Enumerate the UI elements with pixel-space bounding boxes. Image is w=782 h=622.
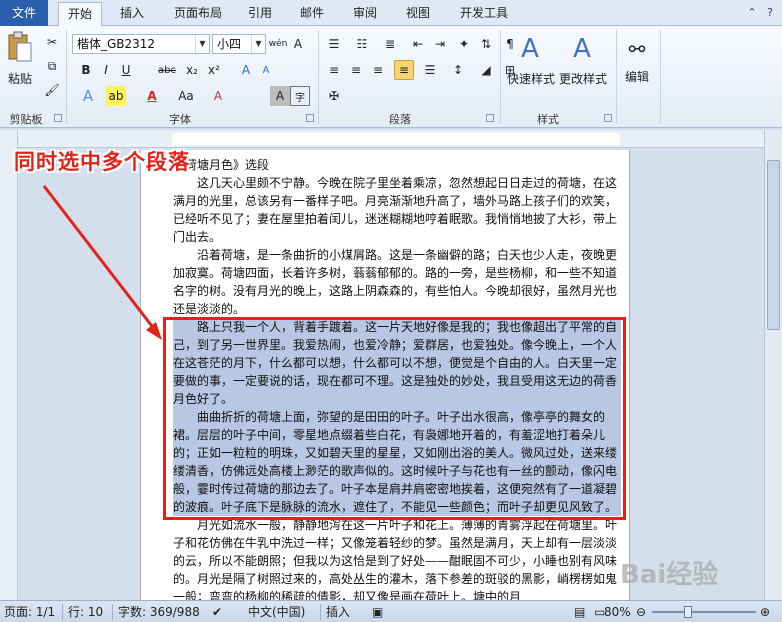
status-insert-mode[interactable]: 插入	[326, 604, 350, 620]
annotation-label: 同时选中多个段落	[14, 150, 190, 174]
zoom-slider-thumb[interactable]	[684, 606, 692, 618]
status-page[interactable]: 页面: 1/1	[4, 604, 55, 620]
status-word-count[interactable]: 字数: 369/988	[118, 604, 200, 620]
status-line[interactable]: 行: 10	[68, 604, 103, 620]
macro-record-icon[interactable]: ▣	[372, 604, 383, 620]
zoom-slider[interactable]	[652, 611, 756, 613]
status-divider	[112, 604, 113, 620]
status-zoom-level[interactable]: 80%	[604, 604, 631, 620]
zoom-in-icon[interactable]: ⊕	[760, 604, 770, 620]
annotation-arrow	[42, 185, 162, 340]
status-divider	[320, 604, 321, 620]
print-layout-view-icon[interactable]: ▤	[574, 604, 585, 620]
watermark-logo: Bai经验	[620, 560, 719, 590]
status-bar: 页面: 1/1 行: 10 字数: 369/988 ✔ 中文(中国) 插入 ▣ …	[0, 600, 782, 622]
zoom-out-icon[interactable]: ⊖	[636, 604, 646, 620]
spelling-check-icon[interactable]: ✔	[212, 604, 222, 620]
status-divider	[62, 604, 63, 620]
status-language[interactable]: 中文(中国)	[248, 604, 305, 620]
